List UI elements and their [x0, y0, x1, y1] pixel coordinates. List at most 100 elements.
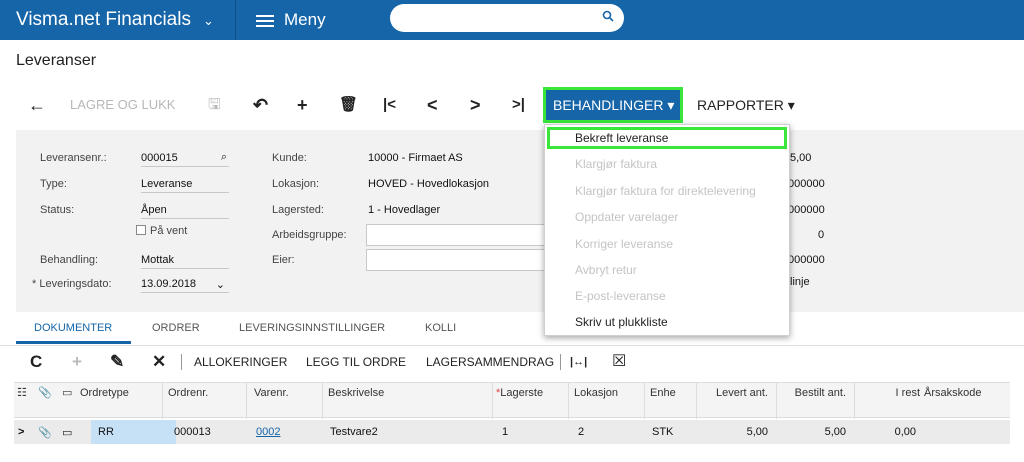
col-ordretype[interactable]: Ordretype [80, 387, 129, 400]
cell-lagersted[interactable]: 1 [502, 426, 508, 438]
cell-bestilt[interactable]: 5,00 [784, 426, 846, 438]
search-icon[interactable]: ⌕ [221, 151, 227, 164]
menu-item-bekreft-leveranse[interactable]: Bekreft leveranse [575, 131, 668, 145]
divider [181, 354, 182, 370]
menu-item-avbryt-retur[interactable]: Avbryt retur [575, 263, 637, 277]
col-i-rest[interactable]: I rest [862, 387, 920, 400]
col-divider [162, 383, 163, 419]
grid-header: ☷ 📎 ▭ Ordretype Ordrenr. Varenr. Beskriv… [14, 382, 1010, 419]
menu-item-korriger-leveranse[interactable]: Korriger leveranse [575, 237, 673, 251]
previous-record-icon[interactable]: < [427, 86, 438, 124]
expand-row-icon[interactable]: > [18, 426, 24, 438]
tab-ordrer[interactable]: ORDRER [152, 322, 200, 334]
divider [560, 354, 561, 370]
menu-button[interactable]: Meny [256, 10, 326, 30]
save-close-button[interactable]: LAGRE OG LUKK [70, 86, 175, 124]
cell-levert[interactable]: 5,00 [704, 426, 768, 438]
cell-enhet[interactable]: STK [652, 426, 673, 438]
add-icon[interactable]: + [297, 86, 308, 124]
col-enhet[interactable]: Enhe [650, 387, 676, 400]
grid-toolbar: C + ✎ ✕ ALLOKERINGER LEGG TIL ORDRE LAGE… [0, 345, 1024, 377]
col-divider [246, 383, 247, 419]
kunde-value[interactable]: 10000 - Firmaet AS [368, 152, 463, 166]
tab-leveringsinnstillinger[interactable]: LEVERINGSINNSTILLINGER [239, 322, 385, 334]
note-icon[interactable]: ▭ [62, 426, 72, 439]
next-record-icon[interactable]: > [470, 86, 481, 124]
tab-bar: DOKUMENTER ORDRER LEVERINGSINNSTILLINGER… [0, 318, 1024, 342]
leveransenr-field[interactable]: 000015 ⌕ [141, 151, 229, 167]
allokeringer-button[interactable]: ALLOKERINGER [194, 346, 287, 378]
cell-lokasjon[interactable]: 2 [578, 426, 584, 438]
lagersted-label: Lagersted: [272, 204, 324, 216]
col-divider [568, 383, 569, 419]
col-arsakskode[interactable]: Årsakskode [924, 387, 981, 400]
menu-item-klargjor-faktura-direktelevering[interactable]: Klargjør faktura for direktelevering [575, 184, 756, 198]
save-icon[interactable]: 🖫 [208, 86, 221, 124]
divider [235, 0, 236, 40]
col-beskrivelse[interactable]: Beskrivelse [328, 387, 384, 400]
menu-item-oppdater-varelager[interactable]: Oppdater varelager [575, 210, 678, 224]
col-divider [492, 383, 493, 419]
lokasjon-value[interactable]: HOVED - Hovedlokasjon [368, 178, 489, 192]
behandling-value: Mottak [141, 254, 229, 269]
menu-item-epost-leveranse[interactable]: E-post-leveranse [575, 289, 666, 303]
leveringsdato-value: 13.09.2018 [141, 278, 197, 290]
fit-columns-icon[interactable]: |↔| [570, 346, 587, 378]
col-ordrenr[interactable]: Ordrenr. [168, 387, 208, 400]
undo-icon[interactable]: ↶ [253, 86, 268, 124]
delete-icon[interactable]: 🗑 [339, 86, 358, 124]
cell-beskrivelse[interactable]: Testvare2 [330, 426, 378, 438]
delete-row-icon[interactable]: ✕ [152, 346, 166, 378]
col-lagersted[interactable]: *Lagerste [496, 387, 543, 400]
last-record-icon[interactable]: >| [512, 86, 525, 124]
right-value: 000000 [788, 178, 825, 190]
cell-varenr-link[interactable]: 0002 [256, 426, 280, 438]
search-icon[interactable] [602, 10, 614, 25]
lagersted-value[interactable]: 1 - Hovedlager [368, 204, 440, 218]
search-input[interactable] [390, 4, 624, 32]
legg-til-ordre-button[interactable]: LEGG TIL ORDRE [306, 346, 406, 378]
menu-label: Meny [284, 10, 326, 29]
excel-export-icon[interactable]: ☒ [612, 346, 626, 378]
refresh-icon[interactable]: C [30, 346, 42, 378]
cell-ordretype[interactable]: RR [98, 426, 114, 438]
checkbox-icon[interactable] [136, 225, 146, 235]
lagersammendrag-button[interactable]: LAGERSAMMENDRAG [426, 346, 554, 378]
arbeidsgruppe-input[interactable] [366, 224, 546, 246]
col-divider [644, 383, 645, 419]
right-value: 000000 [788, 204, 825, 216]
leveringsdato-field[interactable]: 13.09.2018 ⌄ [141, 278, 229, 293]
attachment-icon: 📎 [38, 387, 52, 399]
tab-kolli[interactable]: KOLLI [425, 322, 456, 334]
kunde-label: Kunde: [272, 152, 307, 164]
attachment-icon[interactable]: 📎 [38, 426, 52, 439]
main-toolbar: ← LAGRE OG LUKK 🖫 ↶ + 🗑 |< < > >| BEHAND… [0, 86, 1024, 124]
menu-item-klargjor-faktura[interactable]: Klargjør faktura [575, 157, 657, 171]
tab-dokumenter[interactable]: DOKUMENTER [34, 322, 112, 334]
back-arrow-icon[interactable]: ← [28, 86, 46, 124]
eier-input[interactable] [366, 249, 546, 271]
col-bestilt-ant[interactable]: Bestilt ant. [784, 387, 846, 400]
cell-ordrenr[interactable]: 000013 [174, 426, 211, 438]
top-bar: Visma.net Financials ⌄ Meny [0, 0, 1024, 40]
chevron-down-icon[interactable]: ⌄ [216, 278, 225, 291]
page-title: Leveranser [16, 52, 97, 69]
behandlinger-dropdown: Bekreft leveranse Klargjør faktura Klarg… [544, 124, 790, 336]
form-area: Leveransenr.: 000015 ⌕ Type: Leveranse St… [16, 130, 1024, 312]
cell-i-rest[interactable]: 0,00 [862, 426, 916, 438]
settings-icon[interactable]: ☷ [17, 387, 27, 400]
edit-icon[interactable]: ✎ [110, 346, 124, 378]
col-varenr[interactable]: Varenr. [254, 387, 289, 400]
behandlinger-menu-button[interactable]: BEHANDLINGER ▾ [543, 87, 683, 123]
col-divider [854, 383, 855, 419]
app-switcher[interactable]: Visma.net Financials ⌄ [16, 9, 214, 31]
add-row-icon[interactable]: + [72, 346, 82, 378]
right-value: linje [790, 276, 810, 288]
app-title: Visma.net Financials [16, 9, 191, 30]
table-row[interactable]: > 📎 ▭ RR 000013 0002 Testvare2 1 2 STK 5… [14, 420, 1010, 444]
col-levert-ant[interactable]: Levert ant. [704, 387, 768, 400]
first-record-icon[interactable]: |< [383, 86, 396, 124]
col-lokasjon[interactable]: Lokasjon [574, 387, 618, 400]
pa-vent-checkbox[interactable]: På vent [136, 225, 187, 237]
rapporter-menu-button[interactable]: RAPPORTER ▾ [697, 86, 795, 124]
